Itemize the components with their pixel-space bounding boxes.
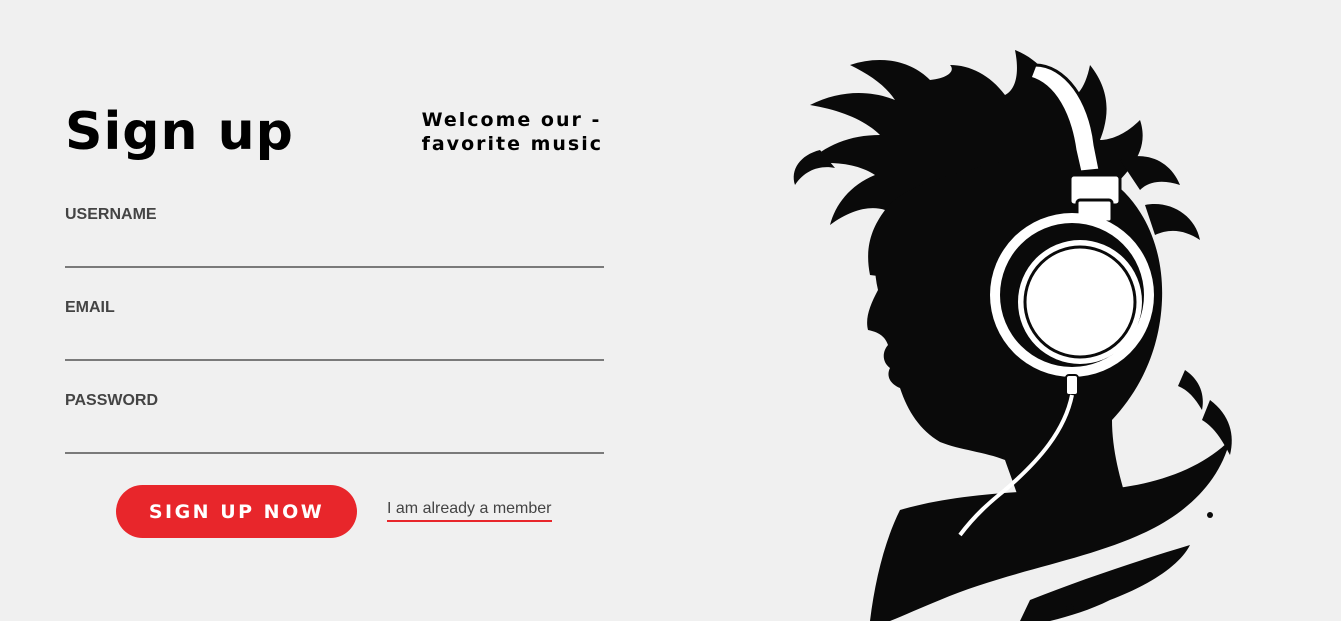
- page-title: Sign up: [65, 102, 294, 162]
- password-field-group: PASSWORD: [65, 392, 604, 454]
- email-label: EMAIL: [65, 299, 115, 316]
- welcome-line-2: favorite music: [421, 133, 603, 155]
- welcome-text: Welcome our - favorite music: [422, 108, 603, 156]
- already-member-link[interactable]: I am already a member: [387, 500, 552, 522]
- welcome-line-1: Welcome our -: [421, 109, 602, 131]
- username-field-group: USERNAME: [65, 206, 604, 268]
- password-label: PASSWORD: [65, 392, 159, 409]
- headphones-silhouette-icon: [793, 50, 1232, 621]
- password-input[interactable]: [65, 418, 604, 454]
- username-input[interactable]: [65, 232, 604, 268]
- signup-form-panel: Sign up Welcome our - favorite music USE…: [65, 0, 605, 621]
- email-input[interactable]: [65, 325, 604, 361]
- email-field-group: EMAIL: [65, 299, 604, 361]
- signup-page: Sign up Welcome our - favorite music USE…: [0, 0, 1341, 621]
- sign-up-now-button[interactable]: SIGN UP NOW: [116, 485, 357, 538]
- username-label: USERNAME: [65, 206, 157, 223]
